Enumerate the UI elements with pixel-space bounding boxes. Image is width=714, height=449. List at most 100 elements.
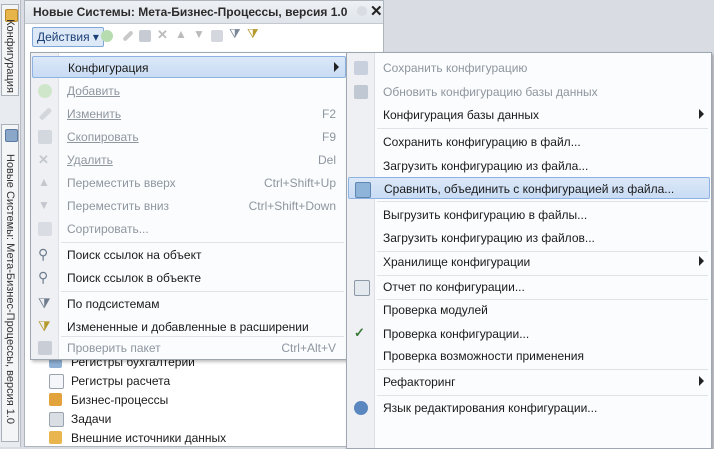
submenu-arrow-icon: [334, 62, 339, 72]
submenu-item-check-applicability[interactable]: Проверка возможности применения: [348, 345, 710, 367]
tree-item[interactable]: Регистры расчета: [41, 372, 341, 391]
menu-item-label: Проверка возможности применения: [383, 349, 584, 363]
panel-title: Новые Системы: Мета-Бизнес-Процессы, вер…: [33, 5, 348, 19]
close-icon[interactable]: ✕: [370, 2, 383, 20]
menu-item-label: Измененные и добавленные в расширении: [67, 320, 309, 334]
menu-item-find-in-object[interactable]: ⚲ Поиск ссылок в объекте: [32, 267, 346, 289]
menu-item-add[interactable]: Добавить: [32, 80, 346, 102]
check-config-icon: ✓: [354, 325, 365, 340]
tree-item-label: Задачи: [71, 412, 112, 426]
menu-item-check-package[interactable]: Проверить пакет Ctrl+Alt+V: [32, 337, 346, 359]
sidebar-tab-label: Новые Системы: Мета-Бизнес-Процессы, вер…: [4, 153, 16, 425]
menu-item-move-up[interactable]: ▲ Переместить вверх Ctrl+Shift+Up: [32, 172, 346, 194]
menu-divider: [377, 395, 708, 396]
tree-item-label: Бизнес-процессы: [71, 393, 169, 407]
delete-icon[interactable]: ✕: [157, 27, 169, 42]
menu-item-by-subsystems[interactable]: ⧩ По подсистемам: [32, 293, 346, 315]
move-up-icon[interactable]: ▲: [175, 27, 187, 41]
tree-item-label: Регистры расчета: [71, 374, 171, 388]
update-db-icon: [354, 85, 368, 99]
menu-item-label: Обновить конфигурацию базы данных: [383, 85, 598, 99]
submenu-arrow-icon: [699, 256, 704, 266]
actions-dropdown-button[interactable]: Действия ▾: [32, 27, 104, 47]
menu-item-shortcut: Ctrl+Shift+Down: [248, 199, 336, 213]
menu-item-label: Добавить: [67, 84, 121, 98]
submenu-item-export-files[interactable]: Выгрузить конфигурацию в файлы...: [348, 204, 710, 226]
tree-item[interactable]: Внешние источники данных: [41, 429, 341, 448]
menu-item-configuration[interactable]: Конфигурация: [32, 56, 346, 78]
menu-item-label: Загрузить конфигурацию из файлов...: [383, 231, 595, 245]
submenu-arrow-icon: [699, 376, 704, 386]
menu-item-extension-changes[interactable]: ⧩ Измененные и добавленные в расширении: [32, 316, 346, 338]
calculation-register-icon: [49, 374, 64, 389]
menu-divider: [377, 369, 708, 370]
language-icon: [354, 401, 368, 415]
external-data-source-icon: [49, 431, 62, 444]
copy-icon[interactable]: [139, 30, 151, 42]
tree-item[interactable]: Бизнес-процессы: [41, 391, 341, 410]
menu-item-label: Отчет по конфигурации...: [383, 280, 525, 294]
copy-icon: [38, 130, 52, 144]
submenu-item-repository[interactable]: Хранилище конфигурации: [348, 251, 710, 273]
sort-icon[interactable]: [211, 30, 223, 42]
tree-item-label: Внешние источники данных: [71, 431, 227, 445]
sort-icon: [38, 222, 52, 236]
submenu-item-save-to-file[interactable]: Сохранить конфигурацию в файл...: [348, 131, 710, 153]
submenu-item-refactoring[interactable]: Рефакторинг: [348, 371, 710, 393]
actions-menu: Конфигурация Добавить Изменить F2 Скопир…: [30, 52, 348, 360]
edit-icon[interactable]: [122, 30, 134, 42]
subsystems-filter-icon: ⧩: [38, 295, 51, 311]
filter-icon[interactable]: ⧩: [229, 26, 241, 41]
submenu-item-compare-merge[interactable]: Сравнить, объединить с конфигурацией из …: [348, 177, 710, 199]
submenu-item-db-config[interactable]: Конфигурация базы данных: [348, 104, 710, 126]
add-icon[interactable]: [101, 30, 113, 42]
submenu-item-load-from-file[interactable]: Загрузить конфигурацию из файла...: [348, 155, 710, 177]
submenu-item-check-modules[interactable]: Проверка модулей: [348, 299, 710, 321]
menu-item-sort[interactable]: Сортировать...: [32, 218, 346, 240]
edit-icon: [38, 107, 53, 121]
submenu-item-check-config[interactable]: ✓ Проверка конфигурации...: [348, 323, 710, 345]
submenu-item-import-files[interactable]: Загрузить конфигурацию из файлов...: [348, 227, 710, 249]
panel-toolbar: Действия ▾ ✕ ▲ ▼ ⧩ ⧩: [25, 24, 383, 48]
move-down-icon[interactable]: ▼: [193, 27, 205, 41]
menu-item-label: Проверить пакет: [67, 341, 161, 355]
menu-divider: [61, 242, 344, 243]
menu-item-delete[interactable]: ✕ Удалить Del: [32, 149, 346, 171]
menu-item-label: Поиск ссылок в объекте: [67, 271, 202, 285]
menu-item-label: Проверка конфигурации...: [383, 327, 530, 341]
submenu-arrow-icon: [699, 109, 704, 119]
menu-item-shortcut: F2: [321, 107, 336, 121]
submenu-item-update-db[interactable]: Обновить конфигурацию базы данных: [348, 81, 710, 103]
tree-item[interactable]: Задачи: [41, 410, 341, 429]
menu-item-move-down[interactable]: ▼ Переместить вниз Ctrl+Shift+Down: [32, 195, 346, 217]
panel-titlebar: Новые Системы: Мета-Бизнес-Процессы, вер…: [25, 1, 383, 24]
menu-item-shortcut: Del: [317, 153, 336, 167]
menu-item-label: Переместить вверх: [67, 176, 176, 190]
pin-icon[interactable]: [357, 6, 367, 16]
menu-item-label: Проверка модулей: [383, 303, 488, 317]
left-sidebar: Конфигурация Новые Системы: Мета-Бизнес-…: [0, 0, 21, 447]
menu-item-label: Хранилище конфигурации: [383, 255, 531, 269]
configuration-submenu: Сохранить конфигурацию Обновить конфигур…: [346, 52, 712, 449]
menu-item-label: Выгрузить конфигурацию в файлы...: [383, 208, 588, 222]
sidebar-tab-configuration[interactable]: Конфигурация: [1, 4, 19, 96]
save-config-icon: [354, 61, 368, 75]
menu-item-label: Сохранить конфигурацию в файл...: [383, 135, 581, 149]
menu-divider: [377, 128, 708, 129]
compare-merge-icon: [355, 182, 371, 198]
filter-changed-icon[interactable]: ⧩: [247, 26, 259, 41]
business-process-icon: [49, 393, 62, 406]
submenu-item-report[interactable]: Отчет по конфигурации...: [348, 276, 710, 298]
menu-item-label: Изменить: [67, 107, 122, 121]
menu-item-copy[interactable]: Скопировать F9: [32, 126, 346, 148]
menu-item-label: Удалить: [67, 153, 113, 167]
sidebar-tab-project[interactable]: Новые Системы: Мета-Бизнес-Процессы, вер…: [1, 124, 19, 442]
menu-item-edit[interactable]: Изменить F2: [32, 103, 346, 125]
menu-item-shortcut: Ctrl+Shift+Up: [263, 176, 336, 190]
menu-item-label: Поиск ссылок на объект: [67, 248, 202, 262]
extension-changes-icon: ⧩: [38, 318, 51, 334]
menu-item-find-references[interactable]: ⚲ Поиск ссылок на объект: [32, 244, 346, 266]
sidebar-tab-label: Конфигурация: [4, 19, 16, 93]
submenu-item-edit-language[interactable]: Язык редактирования конфигурации...: [348, 397, 710, 419]
submenu-item-save-config[interactable]: Сохранить конфигурацию: [348, 57, 710, 79]
